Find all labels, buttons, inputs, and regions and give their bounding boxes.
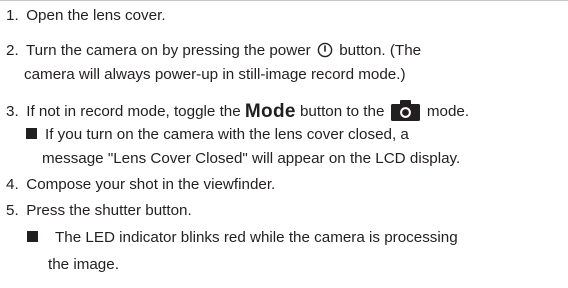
camera-icon	[390, 100, 420, 121]
step-text: camera will always power-up in still-ima…	[24, 66, 406, 83]
step-text: Turn the camera on by pressing the power	[25, 42, 311, 59]
step-text: Compose your shot in the viewfinder.	[26, 176, 276, 193]
note-text: If you turn on the camera with the lens …	[45, 126, 409, 143]
step-3: 3. If not in record mode, toggle the Mod…	[6, 100, 469, 122]
mode-button-label: Mode	[244, 101, 296, 122]
step-2: 2. Turn the camera on by pressing the po…	[6, 41, 421, 61]
step-number: 2.	[6, 42, 19, 59]
step-3-note: If you turn on the camera with the lens …	[26, 125, 409, 145]
note-text: the image.	[48, 256, 119, 273]
step-text: Open the lens cover.	[26, 7, 166, 24]
step-2-continuation: camera will always power-up in still-ima…	[24, 65, 406, 85]
step-text: button to the	[299, 103, 385, 120]
note-text: message "Lens Cover Closed" will appear …	[42, 150, 461, 167]
step-text-after-icon: mode.	[426, 103, 470, 120]
step-5: 5. Press the shutter button.	[6, 201, 192, 221]
step-4: 4. Compose your shot in the viewfinder.	[6, 175, 275, 195]
step-3-note-continuation: message "Lens Cover Closed" will appear …	[42, 149, 460, 169]
step-text: Press the shutter button.	[26, 202, 192, 219]
square-bullet-icon	[26, 128, 37, 139]
power-icon	[317, 42, 333, 58]
top-divider	[0, 0, 568, 1]
step-5-note-continuation: the image.	[48, 255, 119, 275]
step-number: 3.	[6, 103, 19, 120]
step-1: 1. Open the lens cover.	[6, 6, 166, 26]
step-number: 1.	[6, 7, 19, 24]
step-text-after-icon: button. (The	[339, 42, 422, 59]
note-text: The LED indicator blinks red while the c…	[55, 229, 458, 246]
step-number: 5.	[6, 202, 19, 219]
square-bullet-icon	[27, 231, 38, 242]
step-5-note: The LED indicator blinks red while the c…	[27, 228, 458, 248]
step-text: If not in record mode, toggle the	[26, 103, 241, 120]
step-number: 4.	[6, 176, 19, 193]
